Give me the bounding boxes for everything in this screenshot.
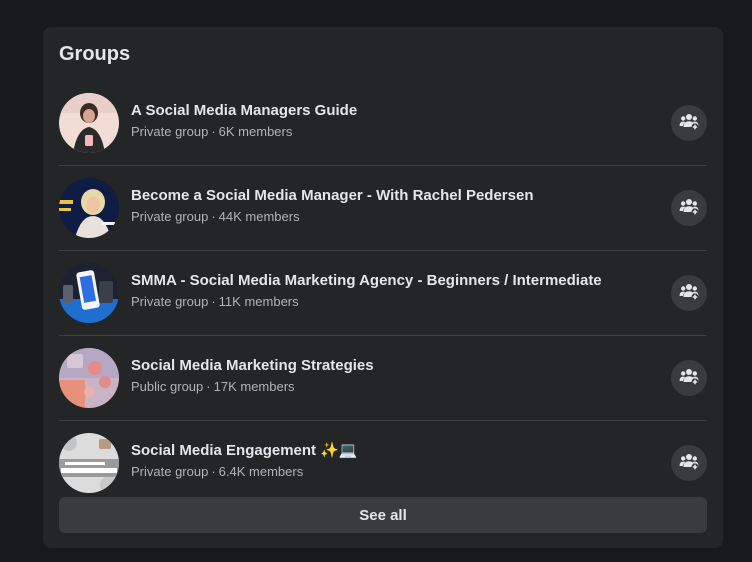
group-name[interactable]: Become a Social Media Manager - With Rac… <box>131 186 651 206</box>
meta-separator: · <box>211 294 216 309</box>
group-name[interactable]: Social Media Engagement ✨💻 <box>131 441 651 461</box>
group-privacy: Private group <box>131 464 209 479</box>
group-join-icon <box>679 196 699 221</box>
join-group-button[interactable] <box>671 275 707 311</box>
group-members: 6.4K members <box>218 464 304 479</box>
sparkles-laptop-emoji: ✨💻 <box>320 442 358 459</box>
group-list: A Social Media Managers Guide Private gr… <box>59 81 707 505</box>
group-join-icon <box>679 111 699 136</box>
group-members: 6K members <box>218 124 293 139</box>
group-meta: Public group · 17K members <box>131 378 651 396</box>
list-item[interactable]: SMMA - Social Media Marketing Agency - B… <box>59 251 707 336</box>
group-info: A Social Media Managers Guide Private gr… <box>131 101 651 141</box>
group-name[interactable]: Social Media Marketing Strategies <box>131 356 651 376</box>
group-privacy: Private group <box>131 124 209 139</box>
group-meta: Private group · 6K members <box>131 123 651 141</box>
group-privacy: Public group <box>131 379 204 394</box>
meta-separator: · <box>211 464 216 479</box>
group-avatar[interactable] <box>59 348 119 408</box>
list-item[interactable]: Social Media Engagement ✨💻 Private group… <box>59 421 707 505</box>
group-members: 17K members <box>213 379 295 394</box>
group-info: SMMA - Social Media Marketing Agency - B… <box>131 271 651 311</box>
see-all-button[interactable]: See all <box>59 497 707 533</box>
group-join-icon <box>679 451 699 476</box>
join-group-button[interactable] <box>671 445 707 481</box>
group-info: Social Media Marketing Strategies Public… <box>131 356 651 396</box>
join-group-button[interactable] <box>671 105 707 141</box>
list-item[interactable]: Social Media Marketing Strategies Public… <box>59 336 707 421</box>
group-privacy: Private group <box>131 209 209 224</box>
group-avatar[interactable] <box>59 433 119 493</box>
join-group-button[interactable] <box>671 360 707 396</box>
group-members: 44K members <box>218 209 300 224</box>
group-members: 11K members <box>218 294 299 309</box>
join-group-button[interactable] <box>671 190 707 226</box>
groups-card: Groups A Social Media Managers Guide Pri… <box>43 27 723 548</box>
group-meta: Private group · 6.4K members <box>131 463 651 481</box>
card-title: Groups <box>59 43 131 65</box>
group-name[interactable]: A Social Media Managers Guide <box>131 101 651 121</box>
group-join-icon <box>679 366 699 391</box>
group-info: Become a Social Media Manager - With Rac… <box>131 186 651 226</box>
meta-separator: · <box>211 209 216 224</box>
group-avatar[interactable] <box>59 93 119 153</box>
group-name[interactable]: SMMA - Social Media Marketing Agency - B… <box>131 271 651 291</box>
group-privacy: Private group <box>131 294 209 309</box>
group-meta: Private group · 11K members <box>131 293 651 311</box>
meta-separator: · <box>206 379 211 394</box>
group-join-icon <box>679 281 699 306</box>
group-avatar[interactable] <box>59 263 119 323</box>
meta-separator: · <box>211 124 216 139</box>
list-item[interactable]: Become a Social Media Manager - With Rac… <box>59 166 707 251</box>
group-name-text: Social Media Engagement <box>131 442 317 459</box>
list-item[interactable]: A Social Media Managers Guide Private gr… <box>59 81 707 166</box>
group-avatar[interactable] <box>59 178 119 238</box>
group-meta: Private group · 44K members <box>131 208 651 226</box>
group-info: Social Media Engagement ✨💻 Private group… <box>131 441 651 481</box>
